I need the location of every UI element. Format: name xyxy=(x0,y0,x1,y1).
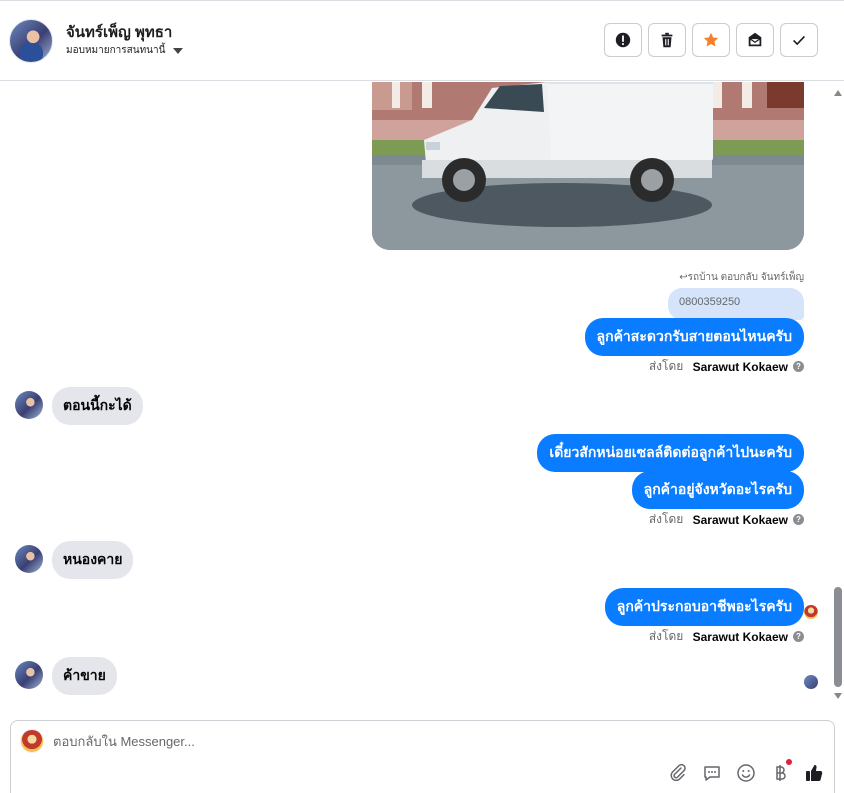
sent-by-label: ส่งโดย Sarawut Kokaew ? xyxy=(649,357,804,376)
report-button[interactable] xyxy=(604,23,642,57)
incoming-message[interactable]: ค้าขาย xyxy=(52,657,117,695)
payment-button[interactable] xyxy=(770,759,792,783)
outgoing-message[interactable]: ลูกค้าสะดวกรับสายตอนไหนครับ xyxy=(584,318,804,356)
page-avatar xyxy=(20,729,44,753)
message-thread[interactable]: ↩รถบ้าน ตอบกลับ จันทร์เพ็ญ 0800359250 ลู… xyxy=(0,82,834,707)
assign-label: มอบหมายการสนทนานี้ xyxy=(66,45,166,56)
image-attachment-truck[interactable] xyxy=(372,82,804,250)
help-icon[interactable]: ? xyxy=(793,514,804,525)
emoji-button[interactable] xyxy=(736,763,756,783)
seen-avatar-contact xyxy=(804,675,818,689)
trash-icon xyxy=(661,32,673,48)
outgoing-message[interactable]: เดี๋ยวสักหน่อยเซลล์ติดต่อลูกค้าไปนะครับ xyxy=(537,434,804,472)
delete-button[interactable] xyxy=(648,23,686,57)
composer-tools xyxy=(668,759,824,783)
chat-bubble-icon xyxy=(704,766,720,781)
mark-unread-icon xyxy=(748,32,762,47)
sent-by-label: ส่งโดย Sarawut Kokaew ? xyxy=(649,510,804,529)
like-button[interactable] xyxy=(804,763,824,783)
scrollbar-thumb[interactable] xyxy=(834,587,842,687)
seen-avatar-agent xyxy=(804,605,818,619)
reply-composer xyxy=(10,720,835,793)
truck-photo xyxy=(372,82,804,250)
notification-dot xyxy=(786,759,792,765)
assign-conversation-dropdown[interactable]: มอบหมายการสนทนานี้ xyxy=(66,43,184,58)
attach-button[interactable] xyxy=(668,763,688,783)
mark-unread-button[interactable] xyxy=(736,23,774,57)
paperclip-icon xyxy=(670,763,686,782)
outgoing-message[interactable]: ลูกค้าอยู่จังหวัดอะไรครับ xyxy=(631,471,804,509)
outgoing-message[interactable]: ลูกค้าประกอบอาชีพอะไรครับ xyxy=(604,588,804,626)
caret-down-icon xyxy=(173,47,184,54)
baht-icon xyxy=(776,765,786,781)
check-icon xyxy=(793,35,805,46)
scroll-down-arrow-icon[interactable] xyxy=(834,693,842,699)
thread-scrollbar[interactable] xyxy=(832,82,844,707)
reply-arrow-icon: ↩ xyxy=(679,272,688,283)
contact-avatar-small xyxy=(15,545,43,573)
sent-by-label: ส่งโดย Sarawut Kokaew ? xyxy=(649,627,804,646)
incoming-message[interactable]: หนองคาย xyxy=(52,541,134,579)
incoming-message[interactable]: ตอนนี้กะได้ xyxy=(52,387,143,425)
help-icon[interactable]: ? xyxy=(793,631,804,642)
contact-avatar-small xyxy=(15,391,43,419)
contact-name[interactable]: จันทร์เพ็ญ พุทธา xyxy=(66,20,172,44)
reply-input[interactable] xyxy=(53,734,753,749)
reply-note: ↩รถบ้าน ตอบกลับ จันทร์เพ็ญ xyxy=(679,272,804,283)
thumbs-up-icon xyxy=(806,765,823,781)
done-button[interactable] xyxy=(780,23,818,57)
scroll-up-arrow-icon[interactable] xyxy=(834,90,842,96)
star-button[interactable] xyxy=(692,23,730,57)
quoted-message[interactable]: 0800359250 xyxy=(668,288,804,320)
smiley-icon xyxy=(737,764,755,782)
report-icon xyxy=(615,32,631,48)
conversation-header: จันทร์เพ็ญ พุทธา มอบหมายการสนทนานี้ xyxy=(0,0,844,81)
header-actions xyxy=(604,23,818,57)
contact-avatar[interactable] xyxy=(9,19,53,63)
star-icon xyxy=(703,32,719,47)
contact-avatar-small xyxy=(15,661,43,689)
saved-replies-button[interactable] xyxy=(702,763,722,783)
help-icon[interactable]: ? xyxy=(793,361,804,372)
